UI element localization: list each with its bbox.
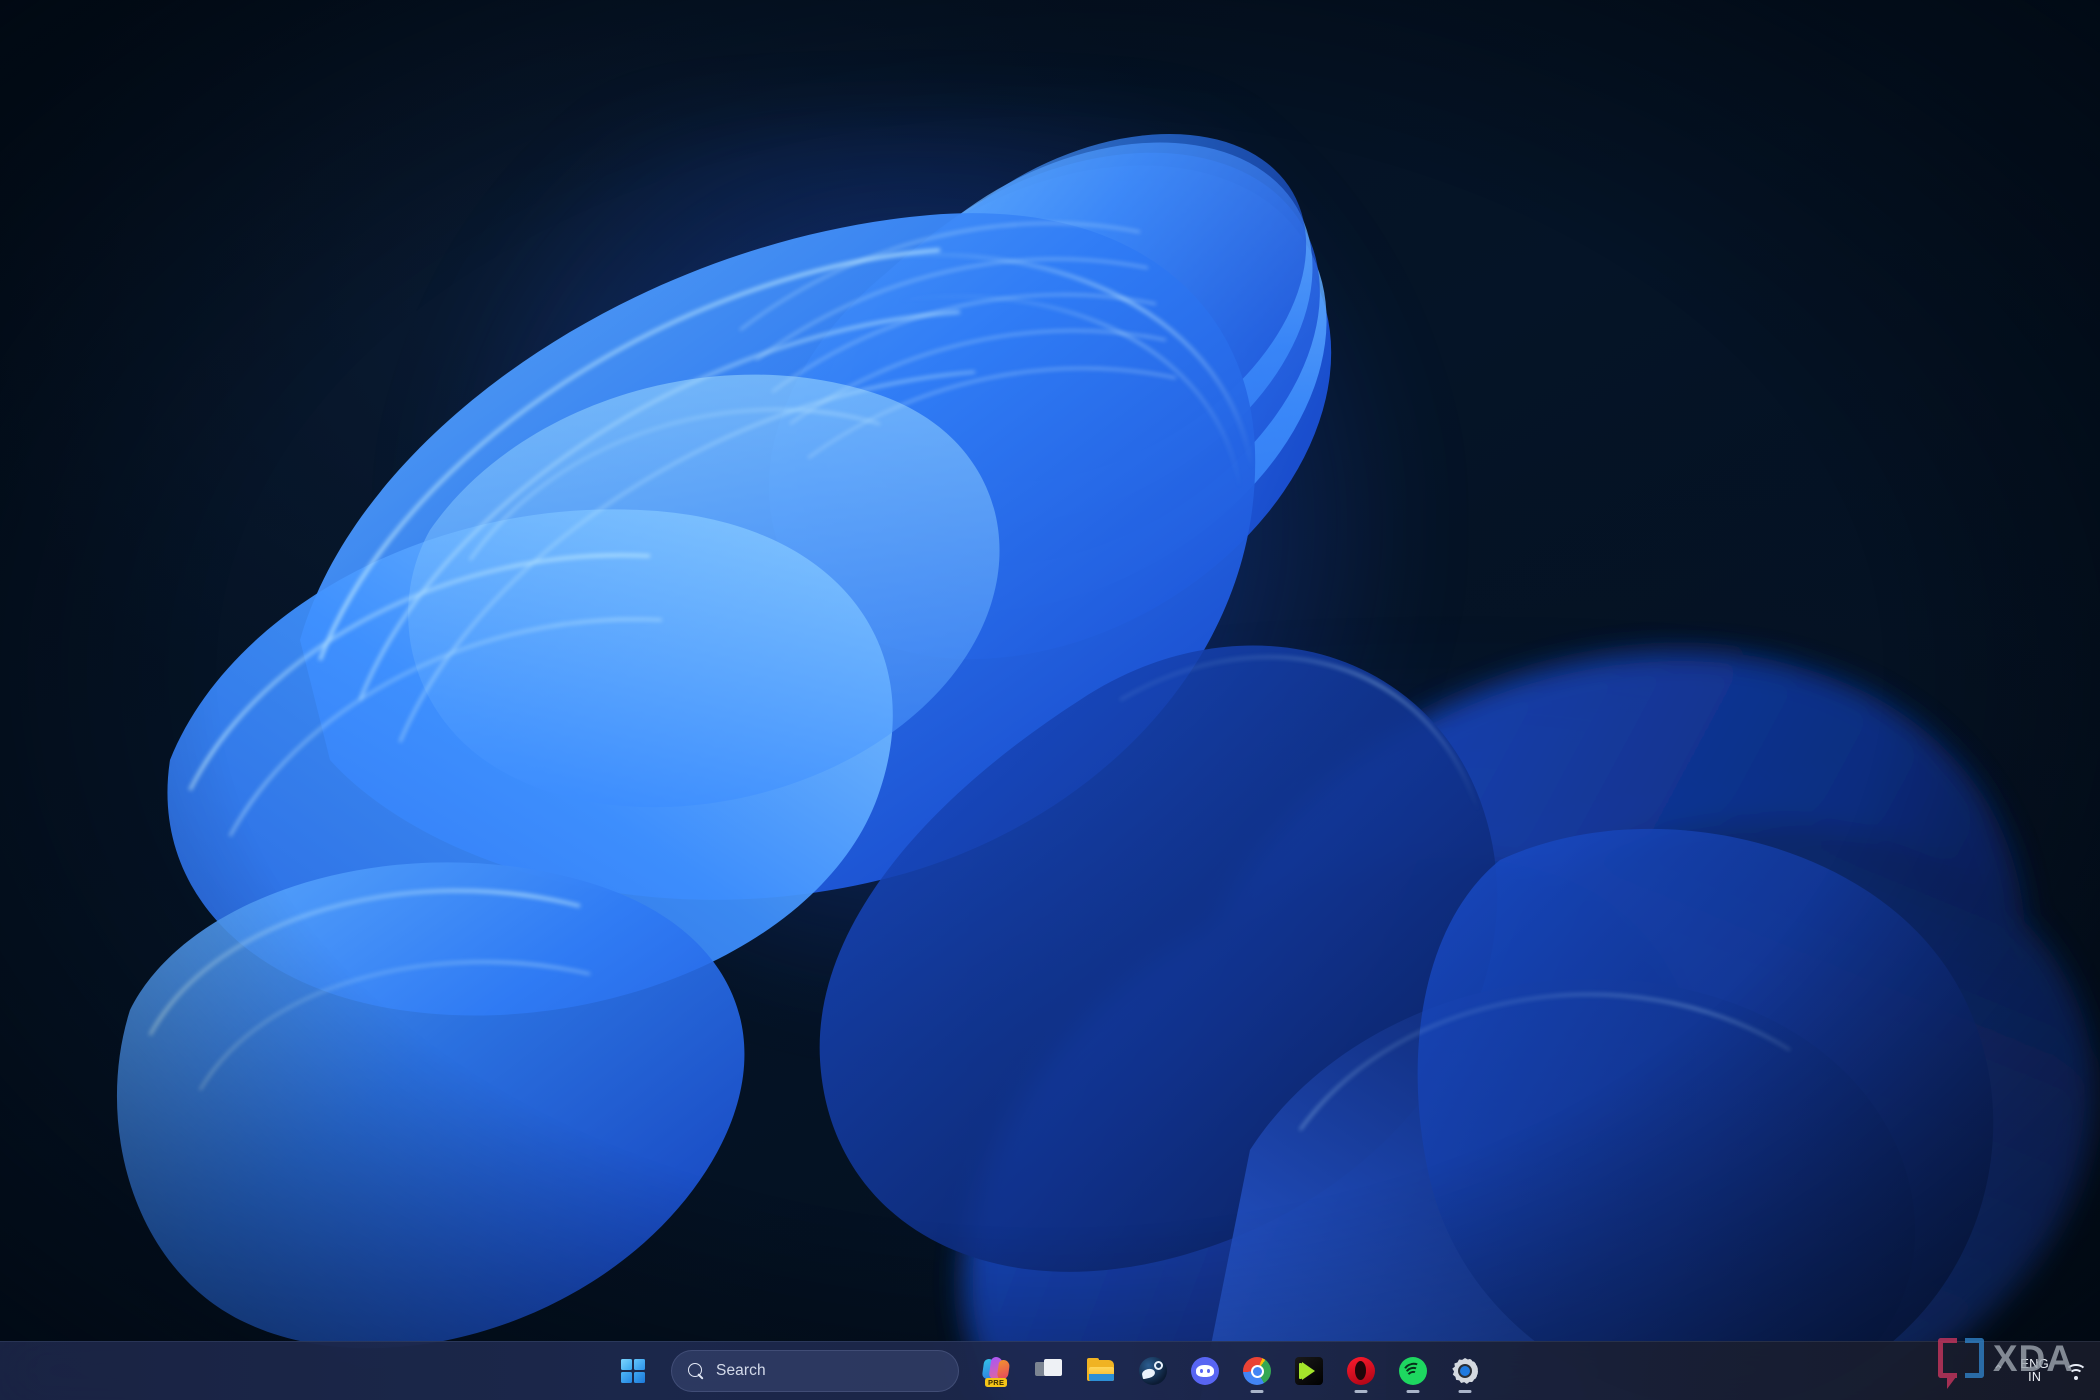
taskbar-app-spotify[interactable] <box>1390 1347 1436 1395</box>
xda-wordmark: XDA <box>1992 1337 2074 1379</box>
taskbar-app-file-explorer[interactable] <box>1078 1347 1124 1395</box>
taskbar-app-google-chrome[interactable] <box>1234 1347 1280 1395</box>
running-indicator <box>1458 1390 1472 1393</box>
taskbar-app-task-view[interactable] <box>1026 1347 1072 1395</box>
taskbar-app-opera[interactable] <box>1338 1347 1384 1395</box>
spotify-icon <box>1398 1356 1428 1386</box>
taskbar-app-settings[interactable] <box>1442 1347 1488 1395</box>
running-indicator <box>1250 1390 1264 1393</box>
opera-icon <box>1346 1356 1376 1386</box>
discord-icon <box>1190 1356 1220 1386</box>
taskbar-app-copilot[interactable]: PRE <box>974 1347 1020 1395</box>
search-input[interactable]: Search <box>671 1350 959 1392</box>
copilot-icon: PRE <box>981 1356 1012 1387</box>
taskbar-app-discord[interactable] <box>1182 1347 1228 1395</box>
search-icon <box>688 1362 705 1380</box>
taskbar-app-media-player[interactable] <box>1286 1347 1332 1395</box>
taskbar[interactable]: Search PRE ⌃ ENG IN <box>0 1341 2100 1400</box>
media-player-icon <box>1294 1356 1324 1386</box>
xda-bracket-icon <box>1937 1338 1984 1389</box>
desktop[interactable]: XDA Search PRE ⌃ ENG IN <box>0 0 2100 1400</box>
chrome-icon <box>1242 1356 1272 1386</box>
folder-icon <box>1086 1356 1116 1386</box>
task-view-icon <box>1034 1356 1064 1386</box>
running-indicator <box>1406 1390 1420 1393</box>
copilot-preview-badge: PRE <box>985 1377 1008 1387</box>
gear-icon <box>1450 1356 1480 1386</box>
search-placeholder: Search <box>716 1362 766 1379</box>
taskbar-app-steam[interactable] <box>1130 1347 1176 1395</box>
wallpaper-bloom-art <box>0 0 2100 1400</box>
running-indicator <box>1354 1390 1368 1393</box>
windows-logo-icon <box>621 1359 645 1383</box>
taskbar-center-group: Search PRE <box>609 1342 1491 1400</box>
steam-icon <box>1138 1356 1168 1386</box>
xda-watermark: XDA <box>1937 1337 2074 1389</box>
start-button[interactable] <box>609 1347 657 1395</box>
